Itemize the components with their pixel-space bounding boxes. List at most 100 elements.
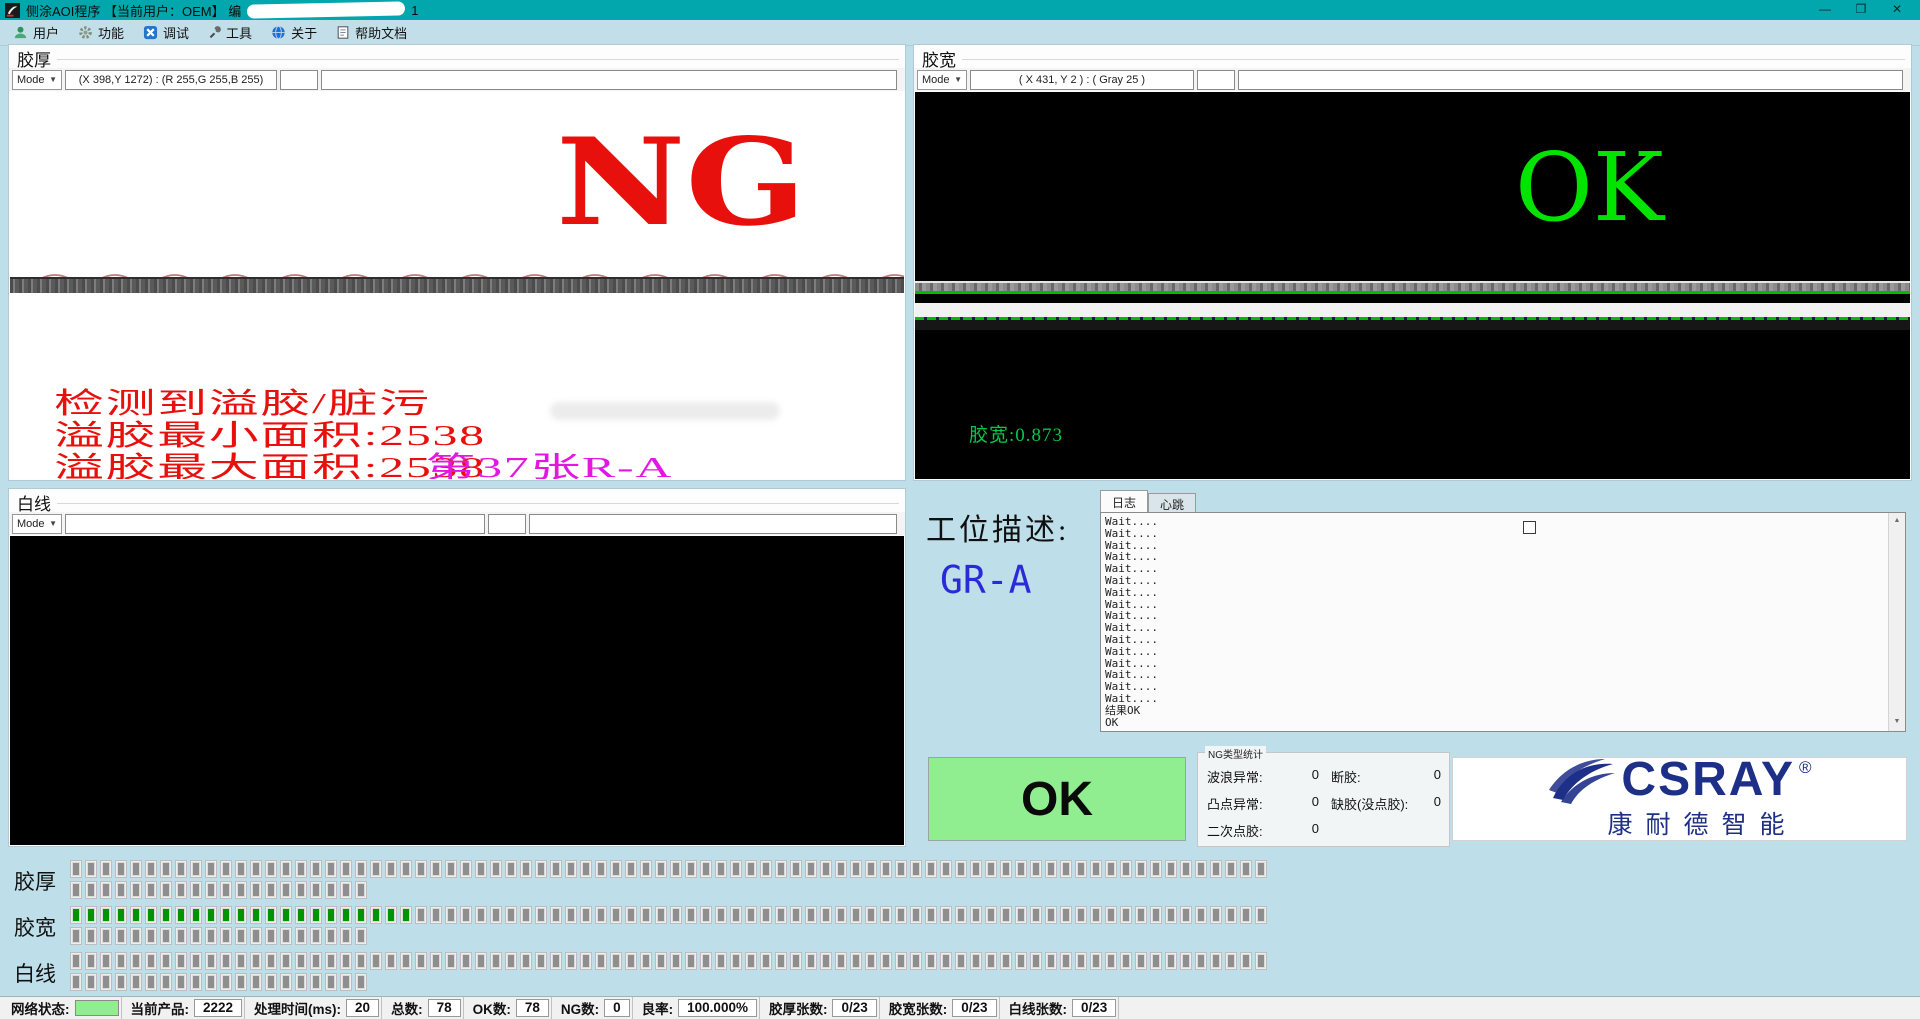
indicator-cell [190, 973, 202, 991]
divider [1118, 997, 1119, 1019]
pixel-coord-readout[interactable] [65, 514, 485, 534]
indicator-cell [1150, 906, 1162, 924]
log-list[interactable]: Wait....Wait....Wait....Wait....Wait....… [1100, 512, 1906, 732]
result-ok-button[interactable]: OK [928, 757, 1186, 841]
log-checkbox[interactable] [1523, 521, 1536, 534]
glue-width-image[interactable]: OK 胶宽:0.873 [915, 92, 1910, 479]
chevron-down-icon: ▼ [954, 75, 962, 84]
indicator-cell [595, 860, 607, 878]
menu-item-user[interactable]: 用户 [6, 20, 71, 45]
indicator-cell [190, 927, 202, 945]
menu-item-about[interactable]: 关于 [264, 20, 329, 45]
indicator-cell [70, 927, 82, 945]
pixel-coord-readout[interactable]: ( X 431, Y 2 ) : ( Gray 25 ) [970, 70, 1194, 90]
scroll-down-icon[interactable]: ▼ [1889, 714, 1905, 731]
menu-item-function[interactable]: 功能 [71, 20, 136, 45]
ng-statistics-title: NG类型统计 [1205, 746, 1266, 761]
indicator-cell [160, 860, 172, 878]
indicator-cell [235, 927, 247, 945]
indicator-cell [715, 952, 727, 970]
tab-heartbeat[interactable]: 心跳 [1148, 493, 1196, 512]
indicator-cell [790, 906, 802, 924]
message-field[interactable] [321, 70, 897, 90]
menu-item-debug[interactable]: 调试 [136, 20, 201, 45]
indicator-cell [925, 906, 937, 924]
indicator-cell [910, 860, 922, 878]
status-item: 总数:78 [384, 998, 461, 1018]
stat-label: 波浪异常: [1207, 767, 1263, 786]
indicator-cell [430, 860, 442, 878]
indicator-cell [895, 952, 907, 970]
indicator-cell [640, 860, 652, 878]
indicator-cell [460, 906, 472, 924]
indicator-cell [235, 973, 247, 991]
indicator-cell [100, 860, 112, 878]
indicator-cell [370, 906, 382, 924]
indicator-cell [220, 906, 232, 924]
menu-item-label: 调试 [163, 23, 189, 42]
indicator-cell [955, 906, 967, 924]
status-item: 网络状态: [4, 998, 119, 1018]
indicator-cell [100, 881, 112, 899]
indicator-cell [985, 906, 997, 924]
status-item-label: 胶宽张数: [889, 998, 948, 1018]
indicator-cell [175, 952, 187, 970]
indicator-cell [1015, 860, 1027, 878]
divider [551, 997, 552, 1019]
indicator-cell [220, 927, 232, 945]
indicator-cell [250, 906, 262, 924]
whiteout-smudge [550, 402, 780, 420]
indicator-cell [895, 906, 907, 924]
message-field[interactable] [529, 514, 897, 534]
status-item-value: 0 [604, 999, 630, 1017]
log-scrollbar[interactable]: ▲ ▼ [1888, 513, 1905, 731]
glue-thickness-image[interactable]: NG 检测到溢胶/脏污 溢胶最小面积:2538 溢胶最大面积:2538 第37张… [10, 92, 904, 479]
log-line: OK [1105, 717, 1885, 729]
maximize-button[interactable]: ❐ [1843, 0, 1879, 20]
close-button[interactable]: ✕ [1879, 0, 1915, 20]
indicator-cell [370, 860, 382, 878]
indicator-cell [715, 860, 727, 878]
indicator-cell [115, 881, 127, 899]
indicator-cell [1000, 906, 1012, 924]
indicator-cell [1255, 860, 1267, 878]
mode-dropdown[interactable]: Mode▼ [12, 514, 62, 534]
menu-item-tools[interactable]: 工具 [201, 20, 264, 45]
indicator-row [70, 860, 1270, 881]
menu-item-help[interactable]: 帮助文档 [329, 20, 419, 45]
aux-field[interactable] [488, 514, 526, 534]
indicator-cell [520, 952, 532, 970]
indicator-cell [535, 906, 547, 924]
indicator-cell [1240, 952, 1252, 970]
indicator-cell [730, 860, 742, 878]
indicator-cell [625, 860, 637, 878]
indicator-cell [100, 973, 112, 991]
aux-field[interactable] [1197, 70, 1235, 90]
divider [632, 997, 633, 1019]
indicator-cell [550, 906, 562, 924]
indicator-cell [310, 881, 322, 899]
tab-log[interactable]: 日志 [1100, 490, 1148, 512]
help-doc-icon [336, 25, 350, 40]
mode-dropdown[interactable]: Mode▼ [917, 70, 967, 90]
indicator-cell [820, 906, 832, 924]
debug-icon [143, 25, 158, 40]
white-line-image[interactable] [10, 536, 904, 845]
indicator-cell [1000, 860, 1012, 878]
indicator-cell [1090, 860, 1102, 878]
minimize-button[interactable]: — [1807, 0, 1843, 20]
mode-dropdown[interactable]: Mode▼ [12, 70, 62, 90]
indicator-cell [250, 927, 262, 945]
indicator-cell [70, 881, 82, 899]
indicator-cell [580, 906, 592, 924]
status-item-label: 总数: [391, 998, 423, 1018]
scroll-up-icon[interactable]: ▲ [1889, 513, 1905, 530]
indicator-cell [1090, 906, 1102, 924]
indicator-cell [685, 952, 697, 970]
aux-field[interactable] [280, 70, 318, 90]
message-field[interactable] [1238, 70, 1903, 90]
pixel-coord-readout[interactable]: (X 398,Y 1272) : (R 255,G 255,B 255) [65, 70, 277, 90]
stat-row: 断胶:0 [1331, 767, 1441, 786]
indicator-cell [700, 906, 712, 924]
indicator-cell [1045, 906, 1057, 924]
